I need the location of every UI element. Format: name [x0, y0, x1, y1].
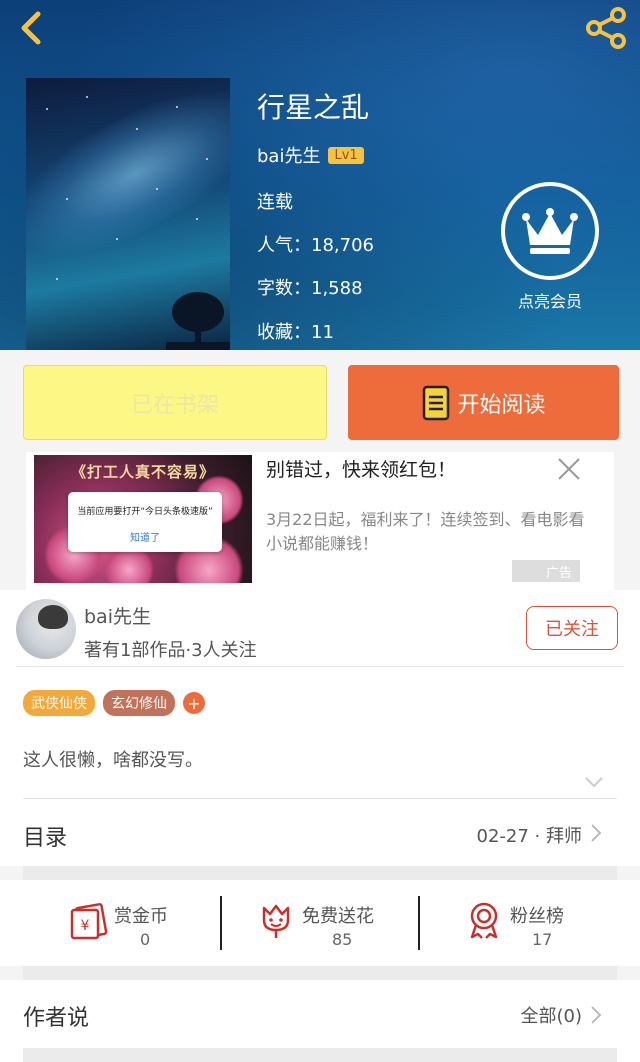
start-reading-button[interactable]: 开始阅读 [348, 365, 619, 440]
book-favorites: 收藏：11 [257, 322, 334, 343]
section-gap [23, 966, 617, 980]
divider [23, 798, 617, 799]
catalog-row[interactable]: 目录 02-27 · 拜师 [0, 800, 640, 866]
crown-icon [501, 182, 599, 280]
close-icon[interactable] [554, 454, 584, 484]
latest-chapter: 02-27 · 拜师 [476, 826, 582, 847]
author-says-title: 作者说 [23, 1006, 90, 1031]
stat-fans[interactable]: 粉丝榜 17 [420, 880, 620, 966]
tag-xuanhuan[interactable]: 玄幻修仙 [103, 690, 175, 716]
genre-tags: 武侠仙侠 玄幻修仙 + [23, 690, 205, 716]
ad-image: 《打工人真不容易》 当前应用要打开“今日头条极速版” 知道了 [34, 455, 252, 583]
stat-reward-label: 赏金币 [114, 906, 168, 927]
book-icon [423, 385, 450, 420]
author-section-meta: 著有1部作品·3人关注 [84, 640, 257, 661]
author-line: bai先生 Lv1 [257, 142, 364, 168]
ad-title: 别错过，快来领红包！ [266, 459, 457, 481]
chevron-right-icon [591, 824, 602, 842]
back-icon[interactable] [12, 8, 52, 48]
start-reading-label: 开始阅读 [457, 392, 546, 418]
chevron-right-icon [591, 1006, 602, 1024]
stats-row: ¥ 赏金币 0 免费送花 85 粉丝榜 17 [0, 880, 640, 966]
ad-dialog-text: 当前应用要打开“今日头条极速版” [77, 507, 213, 517]
book-cover[interactable] [26, 78, 230, 350]
vip-label: 点亮会员 [517, 292, 582, 311]
author-section: bai先生 著有1部作品·3人关注 已关注 武侠仙侠 玄幻修仙 + 这人很懒，啥… [0, 590, 640, 800]
ad-image-banner: 《打工人真不容易》 [70, 463, 215, 481]
ad-tag: 广告 [512, 560, 580, 582]
book-status: 连载 [257, 192, 293, 213]
flower-icon [262, 904, 290, 938]
stat-reward[interactable]: ¥ 赏金币 0 [0, 880, 200, 966]
book-title: 行星之乱 [257, 91, 370, 124]
section-gap [23, 866, 617, 880]
book-word-count: 字数：1,588 [257, 278, 363, 299]
tree-silhouette [166, 292, 230, 350]
ad-card[interactable]: 《打工人真不容易》 当前应用要打开“今日头条极速版” 知道了 别错过，快来领红包… [26, 452, 614, 590]
share-icon[interactable] [584, 6, 628, 50]
stat-flower-value: 85 [332, 930, 353, 949]
ad-dialog-button: 知道了 [130, 533, 160, 544]
tag-wuxia[interactable]: 武侠仙侠 [23, 690, 95, 716]
chevron-down-icon[interactable] [584, 776, 604, 788]
follow-button[interactable]: 已关注 [526, 606, 618, 650]
catalog-title: 目录 [23, 826, 68, 851]
reward-coin-icon: ¥ [70, 903, 108, 940]
section-gap [23, 1048, 617, 1062]
medal-icon [470, 902, 498, 939]
book-popularity: 人气：18,706 [257, 235, 374, 256]
book-header: 行星之乱 bai先生 Lv1 连载 人气：18,706 字数：1,588 收藏：… [0, 0, 640, 350]
avatar[interactable] [16, 599, 76, 659]
stat-fans-label: 粉丝榜 [510, 906, 564, 927]
stat-fans-value: 17 [532, 930, 553, 949]
divider [16, 666, 624, 667]
ad-description: 3月22日起，福利来了！连续签到、看电影看小说都能赚钱！ [266, 510, 585, 553]
add-tag-button[interactable]: + [183, 692, 205, 714]
book-intro: 这人很懒，啥都没写。 [23, 750, 203, 771]
in-shelf-button[interactable]: 已在书架 [23, 365, 327, 440]
stat-flower-label: 免费送花 [302, 906, 374, 927]
ad-dialog: 当前应用要打开“今日头条极速版” 知道了 [68, 492, 222, 552]
author-name[interactable]: bai先生 [257, 142, 320, 168]
svg-text:¥: ¥ [81, 918, 90, 934]
vip-button[interactable]: 点亮会员 [500, 182, 600, 312]
level-badge: Lv1 [328, 146, 364, 164]
author-section-name[interactable]: bai先生 [84, 602, 151, 629]
stat-reward-value: 0 [140, 930, 151, 949]
author-says-all[interactable]: 全部(0) [521, 1002, 583, 1028]
stat-flower[interactable]: 免费送花 85 [222, 880, 422, 966]
